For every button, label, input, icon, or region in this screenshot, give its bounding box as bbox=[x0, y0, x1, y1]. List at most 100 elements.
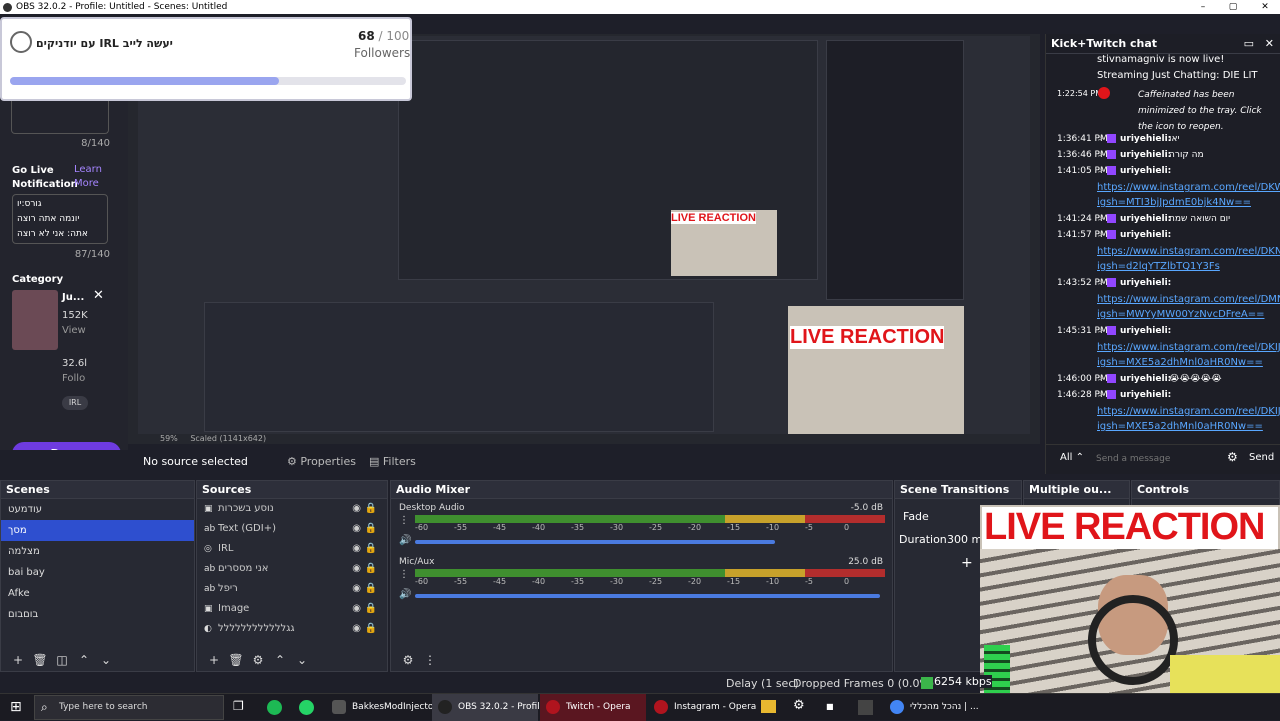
scene-item[interactable]: bai bay bbox=[1, 562, 194, 583]
source-item[interactable]: ab Text (GDI+) ◉ 🔒 bbox=[197, 519, 387, 539]
file-explorer-icon[interactable] bbox=[761, 700, 776, 713]
chat-link[interactable]: https://www.instagram.com/reel/DKIJ bbox=[1097, 406, 1280, 417]
chat-filter-select[interactable]: All ⌃ bbox=[1060, 452, 1084, 463]
volume-meter bbox=[415, 515, 885, 523]
scene-item[interactable]: בוםבום bbox=[1, 604, 194, 625]
source-item[interactable]: ▣ Image ◉ 🔒 bbox=[197, 599, 387, 619]
lock-icon[interactable]: 🔒 bbox=[365, 499, 377, 519]
chat-link[interactable]: https://www.instagram.com/reel/DKW bbox=[1097, 182, 1280, 193]
visibility-eye-icon[interactable]: ◉ bbox=[352, 559, 361, 579]
chat-link[interactable]: https://www.instagram.com/reel/DKN bbox=[1097, 246, 1280, 257]
obs-icon bbox=[438, 700, 452, 714]
chat-link[interactable]: igsh=MWYyMW00YzNvcDFreA== bbox=[1097, 309, 1264, 320]
task-instagram-opera[interactable]: Instagram - Opera bbox=[648, 694, 756, 721]
float-icon[interactable]: ▭ bbox=[1244, 34, 1254, 54]
visibility-eye-icon[interactable]: ◉ bbox=[352, 619, 361, 639]
visibility-eye-icon[interactable]: ◉ bbox=[352, 539, 361, 559]
task-twitch-opera[interactable]: Twitch - Opera bbox=[540, 694, 646, 721]
more-link[interactable]: More bbox=[74, 178, 99, 189]
filters-button[interactable]: ▤ Filters bbox=[369, 450, 416, 474]
lock-icon[interactable]: 🔒 bbox=[365, 539, 377, 559]
minimize-button[interactable]: – bbox=[1188, 0, 1218, 14]
visibility-eye-icon[interactable]: ◉ bbox=[352, 599, 361, 619]
scene-item[interactable]: מסך bbox=[1, 520, 194, 541]
speaker-icon[interactable]: 🔊 bbox=[399, 535, 411, 546]
channel-menu-icon[interactable]: ⋮ bbox=[399, 515, 409, 526]
app-icon[interactable] bbox=[858, 700, 873, 715]
chat-send-button[interactable]: Send bbox=[1249, 452, 1274, 463]
chat-link[interactable]: igsh=MTI3bjJpdmE0bjk4Nw== bbox=[1097, 197, 1251, 208]
source-item[interactable]: ◎ IRL ◉ 🔒 bbox=[197, 539, 387, 559]
chat-link[interactable]: https://www.instagram.com/reel/DKIJ bbox=[1097, 342, 1280, 353]
follower-goal-widget: עם יודניקים IRL יעשה לייב 68 / 100 Follo… bbox=[0, 17, 412, 101]
add-source-icon[interactable]: + bbox=[203, 649, 225, 671]
settings-icon[interactable]: ⚙ bbox=[793, 698, 805, 713]
lock-icon[interactable]: 🔒 bbox=[365, 559, 377, 579]
source-settings-icon[interactable]: ⚙ bbox=[247, 649, 269, 671]
chat-link[interactable]: igsh=MXE5a2dhMnl0aHR0Nw== bbox=[1097, 421, 1263, 432]
remove-category-icon[interactable]: ✕ bbox=[93, 288, 104, 303]
source-item[interactable]: ab ריפל ◉ 🔒 bbox=[197, 579, 387, 599]
whatsapp-icon[interactable] bbox=[299, 700, 314, 715]
add-transition-icon[interactable]: + bbox=[961, 555, 973, 571]
chat-settings-icon[interactable]: ⚙ bbox=[1227, 450, 1238, 464]
chat-message-input[interactable] bbox=[1092, 449, 1222, 469]
lock-icon[interactable]: 🔒 bbox=[365, 519, 377, 539]
source-item[interactable]: ◐ גגלללללללללללל ◉ 🔒 bbox=[197, 619, 387, 639]
task-chrome[interactable]: נהכל מהכללי | ... bbox=[884, 694, 980, 721]
scene-filter-icon[interactable]: ◫ bbox=[51, 649, 73, 671]
taskbar-search[interactable]: ⌕ Type here to search bbox=[34, 695, 224, 720]
scene-item[interactable]: מצלמה bbox=[1, 541, 194, 562]
volume-slider[interactable] bbox=[415, 540, 775, 544]
chat-link[interactable]: https://www.instagram.com/reel/DMN bbox=[1097, 294, 1280, 305]
mixer-settings-icon[interactable]: ⚙ bbox=[397, 649, 419, 671]
twitch-icon bbox=[1107, 150, 1116, 159]
app-icon[interactable]: ■ bbox=[826, 702, 834, 711]
close-dock-icon[interactable]: ✕ bbox=[1265, 34, 1274, 54]
lock-icon[interactable]: 🔒 bbox=[365, 599, 377, 619]
volume-slider[interactable] bbox=[415, 594, 880, 598]
windows-start-icon[interactable]: ⊞ bbox=[10, 699, 22, 715]
lock-icon[interactable]: 🔒 bbox=[365, 579, 377, 599]
spotify-icon[interactable] bbox=[267, 700, 282, 715]
task-label: BakkesModInjector... bbox=[352, 702, 445, 712]
scene-item[interactable]: עודמעט bbox=[1, 499, 194, 520]
visibility-eye-icon[interactable]: ◉ bbox=[352, 499, 361, 519]
chat-arrow-icon: > bbox=[1097, 278, 1105, 288]
chat-arrow-icon: > bbox=[1097, 150, 1105, 160]
add-scene-icon[interactable]: + bbox=[7, 649, 29, 671]
remove-source-icon[interactable]: 🗑 bbox=[225, 649, 247, 671]
lock-icon[interactable]: 🔒 bbox=[365, 619, 377, 639]
learn-link[interactable]: Learn bbox=[74, 164, 102, 175]
move-down-icon[interactable]: ⌄ bbox=[95, 649, 117, 671]
chat-link[interactable]: igsh=d2lqYTZlbTQ1Y3Fs bbox=[1097, 261, 1220, 272]
close-button[interactable]: ✕ bbox=[1250, 0, 1280, 14]
char-count: 8/140 bbox=[81, 138, 110, 149]
title-input[interactable] bbox=[11, 100, 109, 134]
speaker-icon[interactable]: 🔊 bbox=[399, 589, 411, 600]
mixer-menu-icon[interactable]: ⋮ bbox=[419, 649, 441, 671]
task-view-icon[interactable]: ❐ bbox=[233, 699, 244, 713]
source-item[interactable]: ab אני מססרים ◉ 🔒 bbox=[197, 559, 387, 579]
scene-item[interactable]: Afke bbox=[1, 583, 194, 604]
move-up-icon[interactable]: ⌃ bbox=[73, 649, 95, 671]
notification-textarea[interactable]: גורס:יו יונמה אתה רוצה אתה: אני לא רוצה bbox=[12, 194, 108, 244]
channel-menu-icon[interactable]: ⋮ bbox=[399, 569, 409, 580]
maximize-button[interactable]: ▢ bbox=[1218, 0, 1248, 14]
caffeinated-icon bbox=[1098, 87, 1110, 99]
sources-title: Sources bbox=[202, 483, 252, 496]
system-message: Caffeinated has been minimized to the tr… bbox=[1138, 90, 1262, 132]
task-obs[interactable]: OBS 32.0.2 - Profile... bbox=[432, 694, 554, 721]
volume-meter bbox=[415, 569, 885, 577]
visibility-eye-icon[interactable]: ◉ bbox=[352, 519, 361, 539]
visibility-eye-icon[interactable]: ◉ bbox=[352, 579, 361, 599]
properties-button[interactable]: ⚙ Properties bbox=[287, 450, 356, 474]
move-down-icon[interactable]: ⌄ bbox=[291, 649, 313, 671]
chat-link[interactable]: igsh=MXE5a2dhMnl0aHR0Nw== bbox=[1097, 357, 1263, 368]
viewers-count: 152K bbox=[62, 310, 88, 321]
remove-scene-icon[interactable]: 🗑 bbox=[29, 649, 51, 671]
task-bakkesmod[interactable]: BakkesModInjector... bbox=[326, 694, 445, 721]
source-item[interactable]: ▣ נוסע בשכרות ◉ 🔒 bbox=[197, 499, 387, 519]
move-up-icon[interactable]: ⌃ bbox=[269, 649, 291, 671]
chat-arrow-icon: > bbox=[1097, 326, 1105, 336]
